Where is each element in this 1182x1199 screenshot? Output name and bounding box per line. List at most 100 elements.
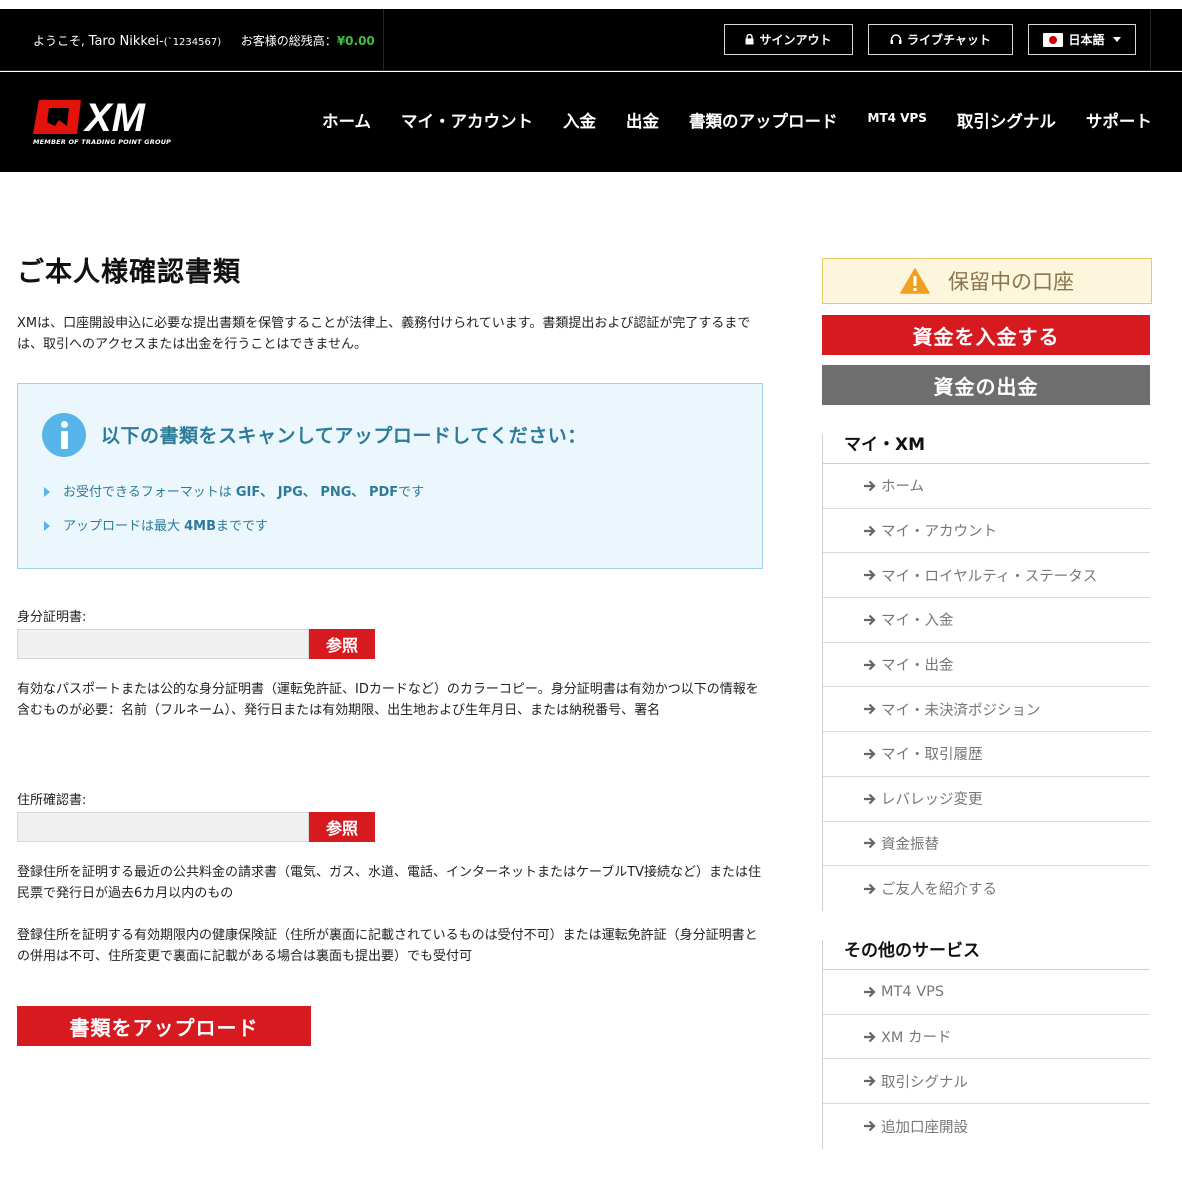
size-info: アップロードは最大 4MBまでです <box>44 515 268 534</box>
pending-label: 保留中の口座 <box>948 270 1074 294</box>
nav-item-home[interactable]: ホーム <box>322 108 371 132</box>
arrow-right-icon <box>864 1031 876 1042</box>
my-xm-menu: マイ・XM ホーム マイ・アカウント マイ・ロイヤルティ・ステータス マイ・入金… <box>822 434 1150 911</box>
sidebar-item-label: マイ・未決済ポジション <box>881 702 1041 719</box>
sidebar-item-label: XM カード <box>881 1030 952 1047</box>
arrow-right-icon <box>864 793 876 804</box>
arrow-right-icon <box>864 659 876 670</box>
nav-item-mt4-vps[interactable]: MT4 VPS <box>868 111 927 132</box>
size-prefix: アップロードは最大 <box>63 519 185 534</box>
sidebar-item-mt4-vps[interactable]: MT4 VPS <box>823 970 1150 1015</box>
caret-down-icon <box>1112 37 1121 42</box>
format-suffix: です <box>398 485 425 500</box>
info-icon <box>42 413 86 457</box>
balance-value: ¥0.00 <box>336 34 375 48</box>
sidebar-item-leverage-change[interactable]: レバレッジ変更 <box>823 777 1150 822</box>
balance-label: お客様の総残高： <box>240 34 337 48</box>
xm-logo[interactable]: XM MEMBER OF TRADING POINT GROUP <box>33 96 173 148</box>
address-doc-file-input[interactable] <box>17 812 309 842</box>
sidebar-item-label: マイ・ロイヤルティ・ステータス <box>881 568 1098 585</box>
user-id: (`1234567) <box>163 37 222 48</box>
other-services-title: その他のサービス <box>823 940 1150 970</box>
nav-item-my-account[interactable]: マイ・アカウント <box>401 108 533 132</box>
intro-text: XMは、口座開設申込に必要な提出書類を保管することが法律上、義務付けられています… <box>17 316 751 352</box>
arrow-right-icon <box>864 704 876 715</box>
divider <box>1150 9 1151 71</box>
sidebar-item-label: MT4 VPS <box>881 983 945 1000</box>
warning-icon <box>900 268 930 294</box>
arrow-right-icon <box>864 838 876 849</box>
format-prefix: お受付できるフォーマットは <box>63 485 236 500</box>
headset-icon <box>890 34 902 44</box>
sidebar-item-open-additional-account[interactable]: 追加口座開設 <box>823 1104 1150 1149</box>
sidebar-item-trade-history[interactable]: マイ・取引履歴 <box>823 732 1150 777</box>
sidebar-item-refer-friend[interactable]: ご友人を紹介する <box>823 866 1150 911</box>
sidebar-item-label: 資金振替 <box>881 836 939 853</box>
deposit-funds-button[interactable]: 資金を入金する <box>822 315 1150 355</box>
page-title: ご本人様確認書類 <box>17 257 241 288</box>
top-bar: ようこそ, Taro Nikkei-(`1234567) お客様の総残高：¥0.… <box>0 9 1182 71</box>
address-doc-browse-button[interactable]: 参照 <box>309 812 375 842</box>
pending-account-notice: 保留中の口座 <box>822 258 1152 304</box>
nav-item-support[interactable]: サポート <box>1086 108 1152 132</box>
sidebar-item-my-withdrawal[interactable]: マイ・出金 <box>823 643 1150 688</box>
id-doc-browse-button[interactable]: 参照 <box>309 629 375 659</box>
sidebar-item-trading-signals[interactable]: 取引シグナル <box>823 1059 1150 1105</box>
size-suffix: までです <box>216 519 269 534</box>
logo-text: XM <box>83 96 147 136</box>
divider <box>383 9 384 71</box>
arrow-right-icon <box>864 748 876 760</box>
sidebar-item-xm-card[interactable]: XM カード <box>823 1015 1150 1060</box>
livechat-button[interactable]: ライブチャット <box>868 24 1013 55</box>
sidebar-item-open-positions[interactable]: マイ・未決済ポジション <box>823 687 1150 733</box>
withdraw-funds-button[interactable]: 資金の出金 <box>822 365 1150 405</box>
sidebar-item-label: レバレッジ変更 <box>881 792 983 809</box>
user-name: Taro Nikkei- <box>88 34 164 49</box>
nav-menu: ホーム マイ・アカウント 入金 出金 書類のアップロード MT4 VPS 取引シ… <box>322 108 1152 132</box>
info-title: 以下の書類をスキャンしてアップロードしてください： <box>101 425 587 447</box>
arrow-right-icon <box>864 525 876 536</box>
signout-button[interactable]: サインアウト <box>724 24 853 55</box>
arrow-right-icon <box>864 1075 876 1087</box>
arrow-right-icon <box>864 1121 876 1132</box>
welcome-text: ようこそ, Taro Nikkei-(`1234567) お客様の総残高：¥0.… <box>33 32 375 49</box>
lock-icon <box>745 34 754 45</box>
id-doc-file-input[interactable] <box>17 629 309 659</box>
arrow-right-icon <box>864 569 876 581</box>
sidebar-item-home[interactable]: ホーム <box>823 464 1150 509</box>
format-info: お受付できるフォーマットは GIF、 JPG、 PNG、 PDFです <box>44 481 424 500</box>
upload-info-box: 以下の書類をスキャンしてアップロードしてください： お受付できるフォーマットは … <box>17 383 763 569</box>
nav-item-trading-signals[interactable]: 取引シグナル <box>957 108 1056 132</box>
sidebar-item-label: ホーム <box>881 479 925 496</box>
address-doc-description-1: 登録住所を証明する最近の公共料金の請求書（電気、ガス、水道、電話、インターネット… <box>17 865 762 901</box>
arrow-right-icon <box>864 883 876 894</box>
language-label: 日本語 <box>1068 33 1105 47</box>
address-doc-label: 住所確認書: <box>17 793 87 808</box>
upload-documents-button[interactable]: 書類をアップロード <box>17 1006 311 1046</box>
nav-item-deposit[interactable]: 入金 <box>563 108 596 132</box>
sidebar-item-my-deposit[interactable]: マイ・入金 <box>823 598 1150 643</box>
format-list: GIF、 JPG、 PNG、 PDF <box>235 485 399 500</box>
livechat-label: ライブチャット <box>907 33 991 47</box>
language-selector[interactable]: 日本語 <box>1028 24 1136 55</box>
sidebar-item-label: 追加口座開設 <box>881 1119 968 1136</box>
sidebar-item-my-account[interactable]: マイ・アカウント <box>823 509 1150 554</box>
nav-item-upload-docs[interactable]: 書類のアップロード <box>689 108 838 132</box>
arrow-right-icon <box>864 480 876 492</box>
sidebar-item-label: マイ・取引履歴 <box>881 747 983 764</box>
sidebar-item-loyalty-status[interactable]: マイ・ロイヤルティ・ステータス <box>823 553 1150 599</box>
arrow-right-icon <box>864 986 876 998</box>
sidebar-item-fund-transfer[interactable]: 資金振替 <box>823 822 1150 867</box>
xm-logo-mark: XM <box>33 96 147 140</box>
nav-item-withdraw[interactable]: 出金 <box>626 108 659 132</box>
sidebar-item-label: マイ・入金 <box>881 613 954 630</box>
welcome-prefix: ようこそ, <box>33 34 85 48</box>
japan-flag-icon <box>1043 32 1064 47</box>
max-size: 4MB <box>184 519 217 534</box>
my-xm-title: マイ・XM <box>823 434 1150 464</box>
main-navbar: XM MEMBER OF TRADING POINT GROUP ホーム マイ・… <box>0 72 1182 172</box>
bullet-arrow-icon <box>44 521 50 531</box>
address-doc-description-2: 登録住所を証明する有効期限内の健康保険証（住所が裏面に記載されているものは受付不… <box>17 928 758 964</box>
bullet-arrow-icon <box>44 487 50 497</box>
logo-subtitle: MEMBER OF TRADING POINT GROUP <box>33 138 172 146</box>
